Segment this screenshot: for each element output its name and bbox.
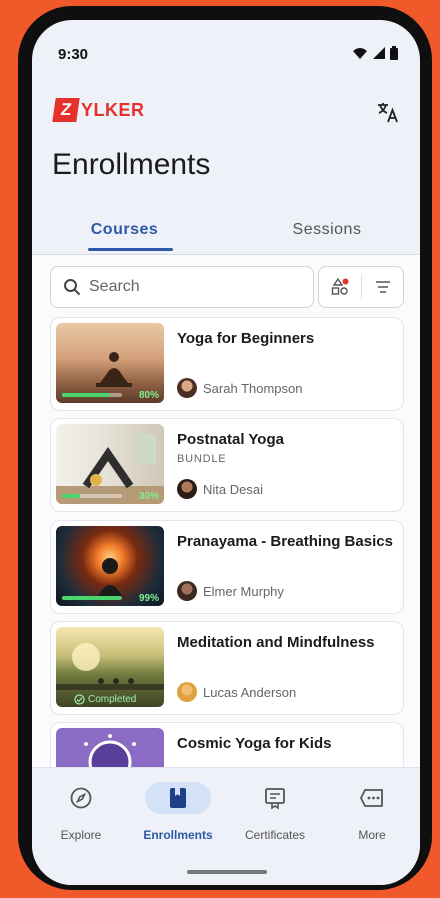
nav-label: More [358,828,386,842]
instructor: Elmer Murphy [177,581,284,601]
course-title: Yoga for Beginners [177,330,315,347]
instructor-name: Elmer Murphy [203,583,284,599]
translate-button[interactable] [374,98,402,126]
avatar [177,479,197,499]
active-tab-indicator [88,248,173,251]
filter-controls [318,266,404,308]
more-icon [360,789,383,807]
brand-logo: Z YLKER [52,98,145,122]
progress-bar [62,596,122,600]
compass-icon [70,787,92,809]
avatar [177,378,197,398]
instructor-name: Sarah Thompson [203,380,303,396]
completed-label: Completed [88,694,137,705]
category-filter-icon [331,277,349,295]
tab-sessions[interactable]: Sessions [272,210,382,250]
instructor: Nita Desai [177,479,263,499]
home-indicator[interactable] [187,870,267,874]
battery-icon [390,46,398,60]
progress-bar [62,494,122,498]
nav-certificates[interactable]: Certificates [235,782,315,852]
status-icons [352,46,398,60]
category-filter-button[interactable] [319,267,361,307]
course-thumbnail: Completed [56,627,164,707]
sort-icon [376,281,390,293]
course-title: Meditation and Mindfulness [177,634,375,651]
logo-mark: Z [52,98,80,122]
course-list-area: Search 80% Yoga for Beginners Sarah Thom… [32,255,420,816]
search-icon [63,278,81,296]
avatar [177,682,197,702]
logo-text: YLKER [81,99,145,120]
progress-percent: 30% [138,491,159,502]
course-card[interactable]: 30% Postnatal Yoga BUNDLE Nita Desai [50,418,404,512]
book-icon [170,788,186,808]
certificate-icon [265,788,285,810]
nav-label: Enrollments [143,828,213,842]
instructor: Lucas Anderson [177,682,296,702]
course-thumbnail: 80% [56,323,164,403]
nav-more[interactable]: More [332,782,412,852]
course-title: Postnatal Yoga [177,431,284,448]
status-bar: 9:30 [32,20,420,80]
instructor: Sarah Thompson [177,378,303,398]
search-input[interactable]: Search [50,266,314,308]
status-time: 9:30 [58,46,89,63]
bundle-tag: BUNDLE [177,453,227,465]
avatar [177,581,197,601]
progress-percent: 80% [138,390,159,401]
course-thumbnail: 99% [56,526,164,606]
sort-button[interactable] [362,267,404,307]
nav-enrollments[interactable]: Enrollments [138,782,218,852]
signal-icon [373,47,385,59]
app-screen: 9:30 Z YLKER Enrollments Courses Session… [32,20,420,885]
wifi-icon [353,48,367,59]
course-title: Cosmic Yoga for Kids [177,735,332,752]
page-title: Enrollments [52,148,211,181]
nav-explore[interactable]: Explore [41,782,121,852]
translate-icon [378,103,398,123]
course-thumbnail: 30% [56,424,164,504]
tab-bar: Courses Sessions [32,210,420,255]
bottom-navigation: Explore Enrollments Certificates More [32,767,420,885]
course-card[interactable]: 99% Pranayama - Breathing Basics Elmer M… [50,520,404,614]
check-circle-icon [74,694,85,705]
course-card[interactable]: 80% Yoga for Beginners Sarah Thompson [50,317,404,411]
instructor-name: Nita Desai [203,481,263,497]
search-placeholder: Search [89,278,140,295]
progress-bar [62,393,122,397]
nav-label: Explore [60,828,102,842]
instructor-name: Lucas Anderson [203,684,297,700]
course-card[interactable]: Completed Meditation and Mindfulness Luc… [50,621,404,715]
tab-courses[interactable]: Courses [72,210,177,250]
course-title: Pranayama - Breathing Basics [177,533,393,550]
progress-percent: 99% [138,593,159,604]
nav-label: Certificates [244,828,306,842]
completed-badge: Completed [74,694,136,705]
